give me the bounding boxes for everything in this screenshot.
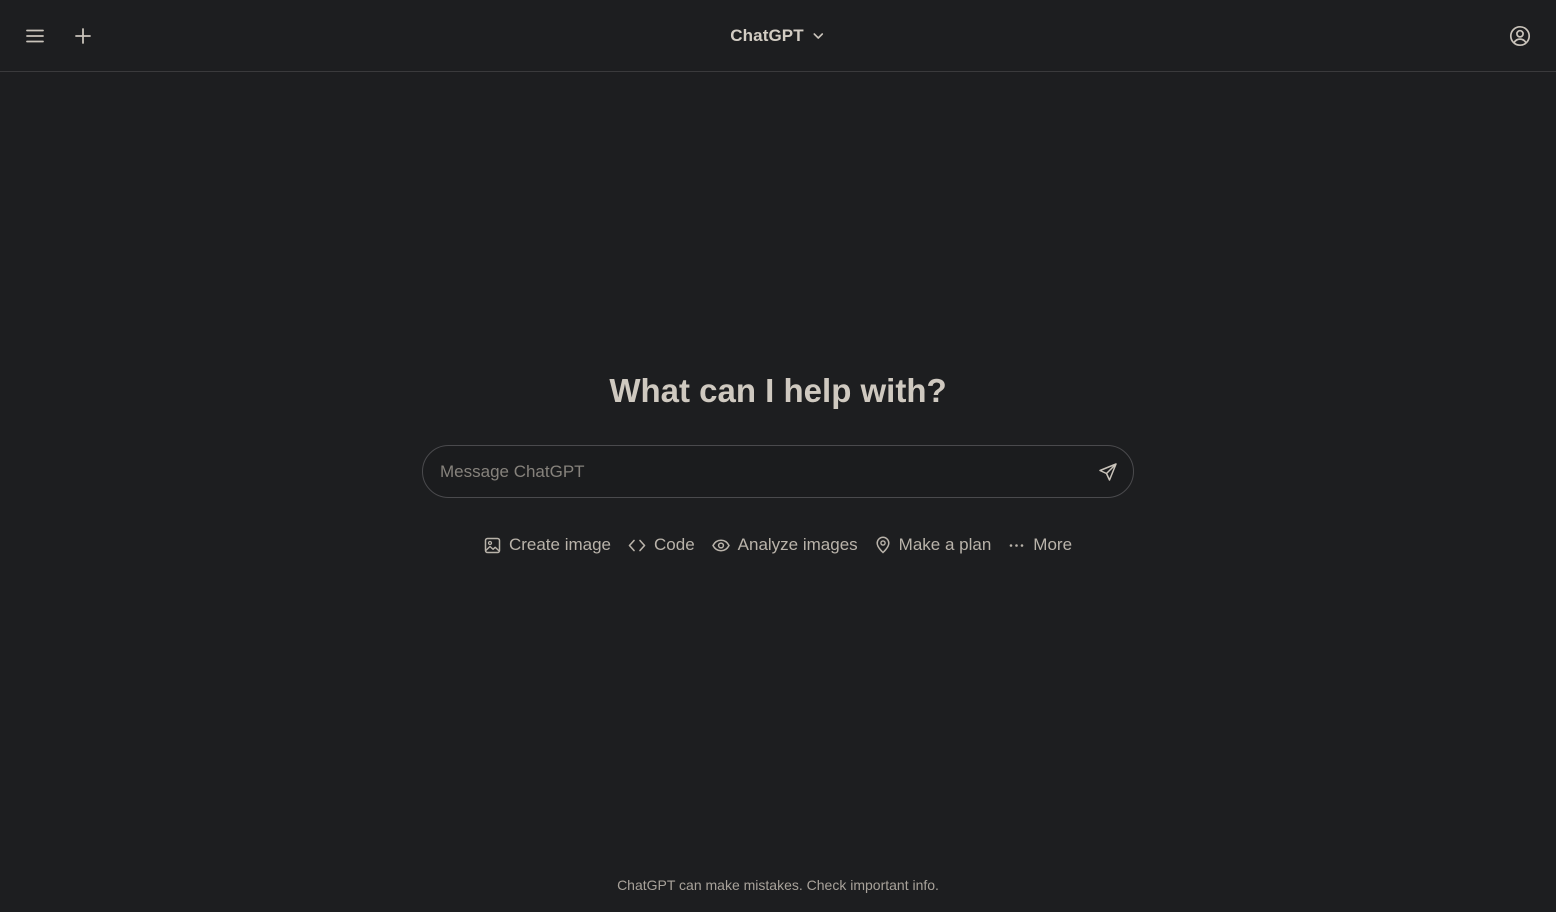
image-icon: [484, 537, 501, 553]
chip-label: Create image: [508, 535, 612, 554]
account-button[interactable]: [1502, 18, 1538, 54]
page-headline: What can I help with?: [609, 372, 947, 409]
chevron-down-icon: [813, 33, 824, 39]
suggestion-chips: Create image Code Analyze images Make a …: [0, 532, 1556, 558]
code-icon: [628, 539, 646, 551]
hamburger-menu-icon: [26, 29, 44, 43]
map-pin-icon: [876, 536, 890, 554]
more-chip[interactable]: More: [1008, 532, 1072, 558]
ellipsis-icon: [1009, 543, 1024, 547]
chip-label: More: [1033, 535, 1073, 554]
chip-label: Code: [654, 535, 695, 554]
model-selector-button[interactable]: ChatGPT: [720, 18, 835, 54]
model-name: ChatGPT: [730, 26, 804, 45]
message-input[interactable]: [440, 446, 1080, 497]
eye-icon: [711, 539, 730, 551]
code-chip[interactable]: Code: [628, 532, 695, 558]
make-a-plan-chip[interactable]: Make a plan: [875, 532, 992, 558]
send-button[interactable]: [1093, 457, 1123, 487]
chip-label: Make a plan: [898, 535, 992, 554]
create-image-chip[interactable]: Create image: [484, 532, 611, 558]
sidebar-toggle-button[interactable]: [17, 18, 53, 54]
message-composer: [422, 445, 1134, 498]
top-bar: ChatGPT: [0, 0, 1556, 72]
disclaimer-text: ChatGPT can make mistakes. Check importa…: [617, 877, 939, 893]
plus-icon: [75, 28, 91, 44]
new-chat-button[interactable]: [65, 18, 101, 54]
analyze-images-chip[interactable]: Analyze images: [711, 532, 858, 558]
send-icon: [1099, 463, 1117, 481]
user-circle-icon: [1509, 25, 1531, 47]
chip-label: Analyze images: [737, 535, 858, 554]
